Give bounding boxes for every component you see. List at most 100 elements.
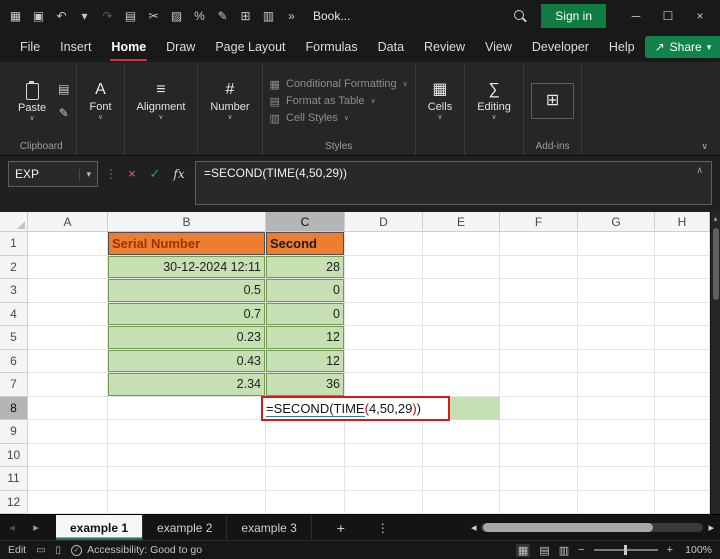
cell-H1[interactable] [655,232,710,256]
sheet-nav-right-icon[interactable]: ▸ [24,515,48,540]
cell-E3[interactable] [423,279,500,303]
percent-icon[interactable]: % [188,0,211,32]
share-button[interactable]: ↗ Share ▾ [644,36,720,58]
vertical-scrollbar[interactable]: ▴ [710,212,720,514]
zoom-slider-thumb[interactable] [623,545,627,555]
cell-E1[interactable] [423,232,500,256]
maximize-button[interactable]: ☐ [652,0,684,32]
redo-icon[interactable]: ↷ [96,0,119,32]
cell-A9[interactable] [28,420,108,444]
cell-G7[interactable] [578,373,655,397]
keyboard-icon[interactable]: ▭ [36,545,45,556]
cell-B12[interactable] [108,490,266,514]
column-header-G[interactable]: G [578,212,655,232]
zoom-slider[interactable] [593,545,658,555]
menu-tab-help[interactable]: Help [599,32,645,62]
cell-H12[interactable] [655,490,710,514]
cell-H3[interactable] [655,279,710,303]
cell-G12[interactable] [578,490,655,514]
cell-A1[interactable] [28,232,108,256]
hscroll-thumb[interactable] [483,523,654,532]
cell-G11[interactable] [578,467,655,491]
sheet-tab-example-1[interactable]: example 1 [56,515,144,540]
cell-C1[interactable]: Second [266,232,345,256]
cell-D2[interactable] [345,255,423,279]
search-icon[interactable] [514,9,527,23]
add-sheet-button[interactable]: + [324,515,358,540]
cell-D4[interactable] [345,302,423,326]
row-header-6[interactable]: 6 [0,349,28,373]
cell-G8[interactable] [578,396,655,420]
cell-C7[interactable]: 36 [266,373,345,397]
cell-E9[interactable] [423,420,500,444]
cells-button[interactable]: ▦ Cells ∨ [423,79,457,123]
editing-button[interactable]: ∑ Editing ∨ [472,79,516,123]
row-header-12[interactable]: 12 [0,490,28,514]
cell-A3[interactable] [28,279,108,303]
name-box[interactable]: EXP ▾ [8,161,98,187]
cell-A4[interactable] [28,302,108,326]
cell-F8[interactable] [500,396,578,420]
cell-F6[interactable] [500,349,578,373]
column-header-E[interactable]: E [423,212,500,232]
toolbar-overflow-icon[interactable]: » [280,0,303,32]
cell-C4[interactable]: 0 [266,302,345,326]
column-header-B[interactable]: B [108,212,266,232]
format-painter-icon[interactable]: ✎ [58,106,69,120]
cell-H11[interactable] [655,467,710,491]
cell-D1[interactable] [345,232,423,256]
display-icon[interactable]: ▯ [56,545,62,556]
font-button[interactable]: A Font ∨ [84,79,116,123]
cell-D6[interactable] [345,349,423,373]
cell-D11[interactable] [345,467,423,491]
cell-E7[interactable] [423,373,500,397]
menu-tab-insert[interactable]: Insert [50,32,101,62]
cell-C5[interactable]: 12 [266,326,345,350]
cell-G3[interactable] [578,279,655,303]
cell-C2[interactable]: 28 [266,255,345,279]
paste-button[interactable]: Paste ∨ [13,79,51,124]
cell-G2[interactable] [578,255,655,279]
row-header-7[interactable]: 7 [0,373,28,397]
menu-tab-page-layout[interactable]: Page Layout [205,32,295,62]
row-header-3[interactable]: 3 [0,279,28,303]
row-header-8[interactable]: 8 [0,396,28,420]
cell-E4[interactable] [423,302,500,326]
conditional-formatting-button[interactable]: ▦ Conditional Formatting ∨ [270,78,408,91]
column-header-H[interactable]: H [655,212,710,232]
draw-icon[interactable]: ✎ [211,0,234,32]
cell-A5[interactable] [28,326,108,350]
menu-tab-view[interactable]: View [475,32,522,62]
zoom-out-icon[interactable]: − [578,544,584,556]
cell-A8[interactable] [28,396,108,420]
scroll-left-icon[interactable]: ◂ [471,521,477,534]
cell-C10[interactable] [266,443,345,467]
cell-A2[interactable] [28,255,108,279]
cell-G9[interactable] [578,420,655,444]
column-header-C[interactable]: C [266,212,345,232]
sign-in-button[interactable]: Sign in [541,4,606,28]
cell-D7[interactable] [345,373,423,397]
copy-book-icon[interactable]: ▤ [119,0,142,32]
column-header-A[interactable]: A [28,212,108,232]
cell-H7[interactable] [655,373,710,397]
formula-bar-separator[interactable]: ⋮ [105,161,117,187]
cell-B2[interactable]: 30-12-2024 12:11 [108,255,266,279]
collapse-ribbon-icon[interactable]: ∨ [701,141,708,152]
cell-H4[interactable] [655,302,710,326]
cell-B1[interactable]: Serial Number [108,232,266,256]
cell-B3[interactable]: 0.5 [108,279,266,303]
cell-C6[interactable]: 12 [266,349,345,373]
row-header-9[interactable]: 9 [0,420,28,444]
cell-F7[interactable] [500,373,578,397]
menu-tab-data[interactable]: Data [368,32,414,62]
cell-F3[interactable] [500,279,578,303]
cell-A11[interactable] [28,467,108,491]
menu-tab-home[interactable]: Home [101,32,156,62]
page-break-view-icon[interactable]: ▥ [559,544,569,557]
column-header-D[interactable]: D [345,212,423,232]
insert-function-icon[interactable]: fx [170,161,188,187]
cut-icon[interactable]: ✂ [142,0,165,32]
cell-F11[interactable] [500,467,578,491]
cell-A6[interactable] [28,349,108,373]
